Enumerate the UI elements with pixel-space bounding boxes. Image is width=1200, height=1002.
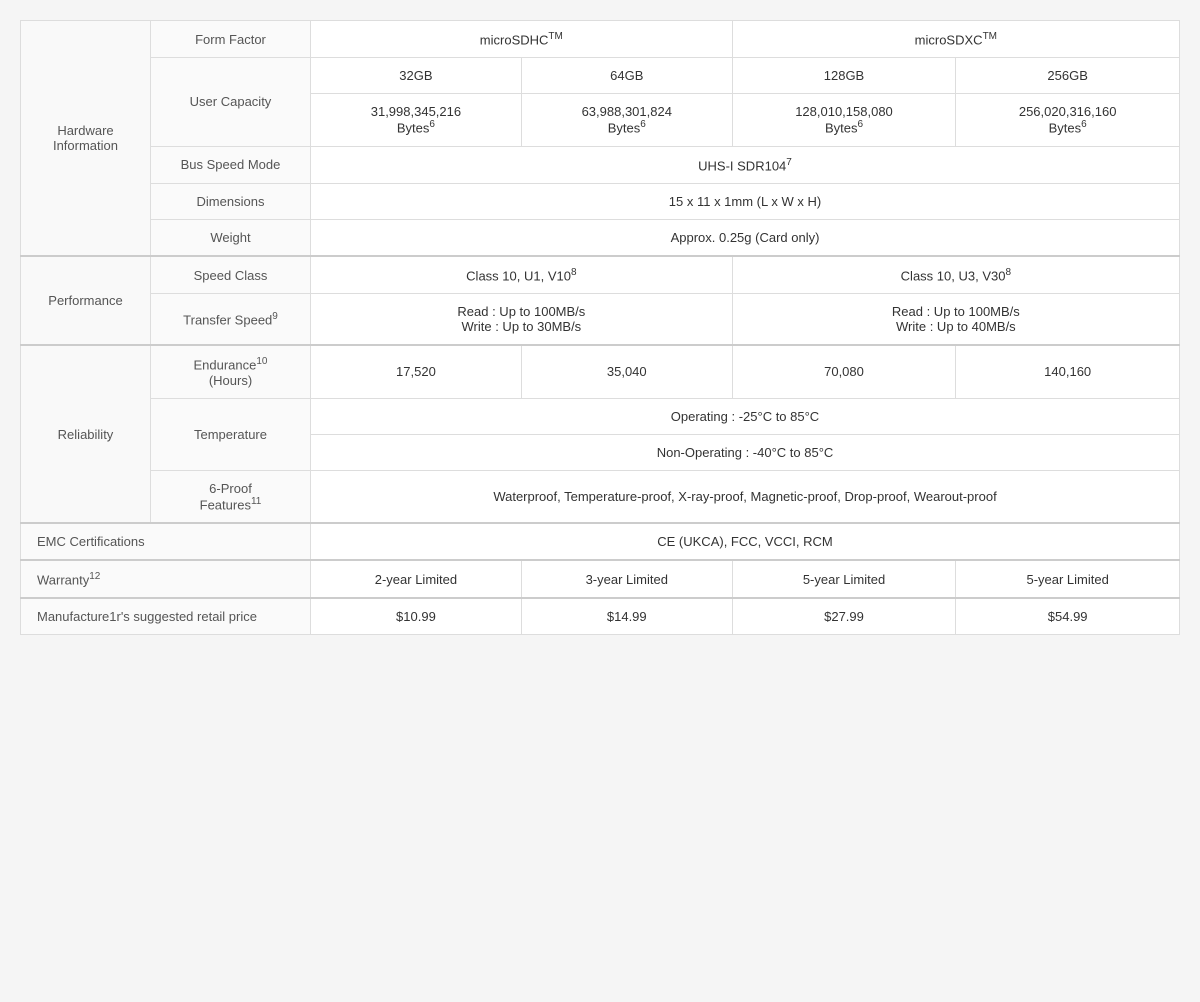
weight-value: Approx. 0.25g (Card only) [311,219,1180,256]
speed-class-32-64: Class 10, U1, V108 [311,256,733,294]
bus-speed-row: Bus Speed Mode UHS-I SDR1047 [21,146,1180,183]
msrp-32gb: $10.99 [311,598,522,635]
form-factor-row: HardwareInformation Form Factor microSDH… [21,21,1180,58]
speed-class-label: Speed Class [151,256,311,294]
msrp-128gb: $27.99 [732,598,956,635]
endurance-32gb: 17,520 [311,345,522,398]
bytes-32gb: 31,998,345,216Bytes6 [311,94,522,146]
transfer-speed-32-64: Read : Up to 100MB/sWrite : Up to 30MB/s [311,294,733,346]
bytes-64gb: 63,988,301,824Bytes6 [521,94,732,146]
size-256gb: 256GB [956,58,1180,94]
warranty-label: Warranty12 [21,560,311,598]
endurance-128gb: 70,080 [732,345,956,398]
temp-operating: Operating : -25°C to 85°C [311,398,1180,434]
bytes-128gb: 128,010,158,080Bytes6 [732,94,956,146]
weight-row: Weight Approx. 0.25g (Card only) [21,219,1180,256]
spec-table: HardwareInformation Form Factor microSDH… [20,20,1180,635]
proof-features-value: Waterproof, Temperature-proof, X-ray-pro… [311,470,1180,523]
warranty-row: Warranty12 2-year Limited 3-year Limited… [21,560,1180,598]
proof-features-label: 6-ProofFeatures11 [151,470,311,523]
msrp-256gb: $54.99 [956,598,1180,635]
microsdxc-sup: TM [983,31,997,42]
warranty-32gb: 2-year Limited [311,560,522,598]
dimensions-row: Dimensions 15 x 11 x 1mm (L x W x H) [21,183,1180,219]
warranty-256gb: 5-year Limited [956,560,1180,598]
endurance-row: Reliability Endurance10(Hours) 17,520 35… [21,345,1180,398]
temp-non-operating: Non-Operating : -40°C to 85°C [311,434,1180,470]
performance-category: Performance [21,256,151,345]
bus-speed-value: UHS-I SDR1047 [311,146,1180,183]
size-64gb: 64GB [521,58,732,94]
reliability-category: Reliability [21,345,151,523]
weight-label: Weight [151,219,311,256]
endurance-64gb: 35,040 [521,345,732,398]
form-factor-label: Form Factor [151,21,311,58]
endurance-label: Endurance10(Hours) [151,345,311,398]
form-factor-microsdhc: microSDHCTM [311,21,733,58]
emc-value: CE (UKCA), FCC, VCCI, RCM [311,523,1180,560]
temperature-label: Temperature [151,398,311,470]
endurance-256gb: 140,160 [956,345,1180,398]
transfer-speed-128-256: Read : Up to 100MB/sWrite : Up to 40MB/s [732,294,1179,346]
size-32gb: 32GB [311,58,522,94]
transfer-speed-row: Transfer Speed9 Read : Up to 100MB/sWrit… [21,294,1180,346]
msrp-row: Manufacture1r's suggested retail price $… [21,598,1180,635]
emc-row: EMC Certifications CE (UKCA), FCC, VCCI,… [21,523,1180,560]
speed-class-128-256: Class 10, U3, V308 [732,256,1179,294]
transfer-speed-label: Transfer Speed9 [151,294,311,346]
size-header-row: User Capacity 32GB 64GB 128GB 256GB [21,58,1180,94]
msrp-64gb: $14.99 [521,598,732,635]
msrp-label: Manufacture1r's suggested retail price [21,598,311,635]
proof-features-row: 6-ProofFeatures11 Waterproof, Temperatur… [21,470,1180,523]
bus-speed-label: Bus Speed Mode [151,146,311,183]
dimensions-label: Dimensions [151,183,311,219]
warranty-64gb: 3-year Limited [521,560,732,598]
bytes-256gb: 256,020,316,160Bytes6 [956,94,1180,146]
dimensions-value: 15 x 11 x 1mm (L x W x H) [311,183,1180,219]
speed-class-row: Performance Speed Class Class 10, U1, V1… [21,256,1180,294]
emc-label: EMC Certifications [21,523,311,560]
temp-operating-row: Temperature Operating : -25°C to 85°C [21,398,1180,434]
microsdhc-sup: TM [548,31,562,42]
hardware-category: HardwareInformation [21,21,151,256]
user-capacity-label: User Capacity [151,58,311,146]
warranty-128gb: 5-year Limited [732,560,956,598]
size-128gb: 128GB [732,58,956,94]
form-factor-microsdxc: microSDXCTM [732,21,1179,58]
